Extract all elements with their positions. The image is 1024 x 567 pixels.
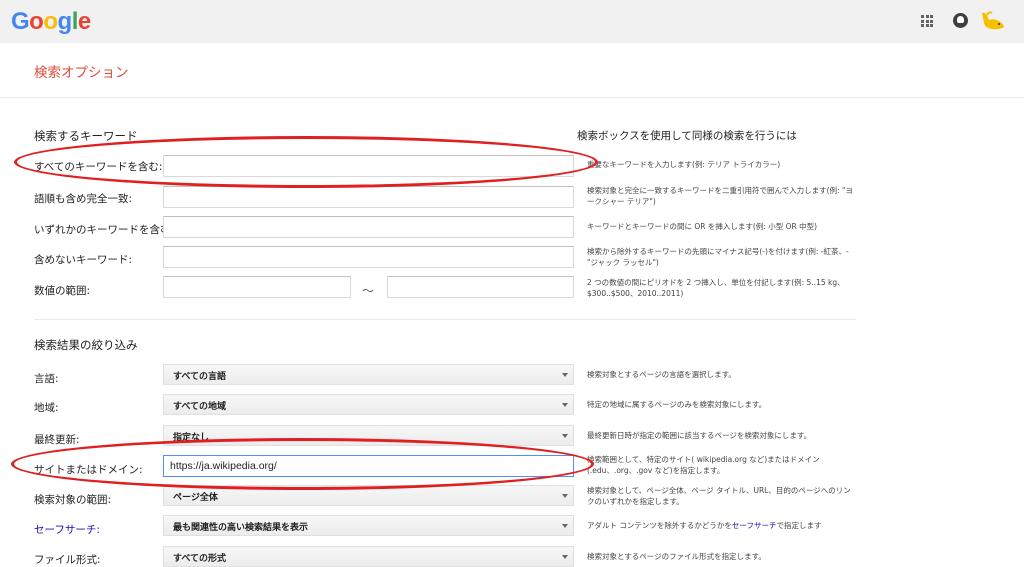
number-range-label: 数値の範囲:: [34, 285, 91, 297]
dropdown-arrow-icon: [562, 524, 568, 528]
all-words-label: すべてのキーワードを含む:: [34, 161, 163, 173]
keywords-section-title: 検索するキーワード: [34, 129, 138, 143]
scope-label: 検索対象の範囲:: [34, 494, 112, 506]
exact-phrase-help: 検索対象と完全に一致するキーワードを二重引用符で囲んで入力します(例: "ヨーク…: [587, 186, 853, 206]
safesearch-help-text-end: で指定します: [776, 521, 822, 530]
account-avatar[interactable]: [979, 10, 1005, 32]
site-domain-help: 検索範囲として、特定のサイト( wikipedia.org など)またはドメイン…: [587, 455, 820, 475]
page-title: 検索オプション: [34, 65, 129, 81]
safesearch-select[interactable]: 最も関連性の高い検索結果を表示: [163, 515, 574, 536]
logo-letter: o: [29, 8, 44, 35]
exact-phrase-input[interactable]: [163, 186, 574, 208]
language-label: 言語:: [34, 373, 59, 385]
safesearch-help: アダルト コンテンツを除外するかどうかをセーフサーチで指定します: [587, 521, 855, 532]
range-from-input[interactable]: [163, 276, 351, 298]
top-bar: Google: [0, 0, 1024, 43]
dropdown-arrow-icon: [562, 494, 568, 498]
logo-letter: g: [57, 8, 73, 35]
number-range-help: 2 つの数値の間にピリオドを 2 つ挿入し、単位を付記します(例: 5..15 …: [587, 278, 845, 298]
apps-grid-icon[interactable]: [921, 15, 933, 27]
none-words-label: 含めないキーワード:: [34, 254, 133, 266]
last-update-help: 最終更新日時が指定の範囲に該当するページを検索対象にします。: [587, 431, 812, 440]
region-label: 地域:: [34, 402, 59, 414]
region-value: すべての地域: [173, 402, 227, 412]
title-bar: 検索オプション: [0, 43, 1024, 98]
range-to-input[interactable]: [387, 276, 574, 298]
language-select[interactable]: すべての言語: [163, 364, 574, 385]
exact-phrase-label: 語順も含め完全一致:: [34, 193, 133, 205]
region-help: 特定の地域に属するページのみを検索対象にします。: [587, 400, 767, 409]
none-words-input[interactable]: [163, 246, 574, 268]
google-logo[interactable]: Google: [11, 7, 91, 37]
filetype-help: 検索対象とするページのファイル形式を指定します。: [587, 552, 766, 561]
safesearch-value: 最も関連性の高い検索結果を表示: [173, 523, 309, 533]
logo-letter: o: [43, 8, 58, 35]
safesearch-label[interactable]: セーフサーチ:: [34, 522, 100, 537]
site-domain-label: サイトまたはドメイン:: [34, 464, 143, 476]
filetype-label: ファイル形式:: [34, 554, 101, 566]
language-value: すべての言語: [173, 372, 227, 382]
dropdown-arrow-icon: [562, 555, 568, 559]
safesearch-help-text: アダルト コンテンツを除外するかどうかを: [587, 521, 732, 530]
last-update-value: 指定なし: [173, 433, 210, 443]
range-separator: 〜: [362, 284, 375, 298]
scope-select[interactable]: ページ全体: [163, 485, 574, 506]
logo-letter: e: [77, 8, 91, 35]
all-words-help: 重要なキーワードを入力します(例: テリア トライカラー): [587, 160, 781, 169]
last-update-label: 最終更新:: [34, 434, 80, 446]
region-select[interactable]: すべての地域: [163, 394, 574, 415]
dropdown-arrow-icon: [562, 434, 568, 438]
narrow-section-title: 検索結果の絞り込み: [34, 338, 138, 352]
none-words-help: 検索から除外するキーワードの先頭にマイナス記号(-)を付けます(例: -紅茶、-…: [587, 247, 849, 267]
filetype-select[interactable]: すべての形式: [163, 546, 574, 567]
dropdown-arrow-icon: [562, 403, 568, 407]
any-words-help: キーワードとキーワードの間に OR を挿入します(例: 小型 OR 中型): [587, 222, 818, 231]
keywords-help-title: 検索ボックスを使用して同様の検索を行うには: [577, 130, 797, 142]
language-help: 検索対象とするページの言語を選択します。: [587, 370, 736, 379]
logo-letter: G: [11, 8, 30, 35]
site-domain-input[interactable]: [163, 455, 574, 477]
filetype-value: すべての形式: [173, 554, 227, 564]
all-words-input[interactable]: [163, 155, 574, 177]
last-update-select[interactable]: 指定なし: [163, 425, 574, 446]
scope-value: ページ全体: [173, 493, 218, 503]
any-words-input[interactable]: [163, 216, 574, 238]
scope-help: 検索対象として、ページ全体、ページ タイトル、URL、目的のページへのリンクのい…: [587, 486, 851, 506]
safesearch-help-link[interactable]: セーフサーチ: [732, 521, 777, 530]
section-divider: [34, 319, 856, 320]
notifications-icon[interactable]: [953, 13, 968, 28]
dropdown-arrow-icon: [562, 373, 568, 377]
any-words-label: いずれかのキーワードを含む:: [34, 224, 175, 236]
